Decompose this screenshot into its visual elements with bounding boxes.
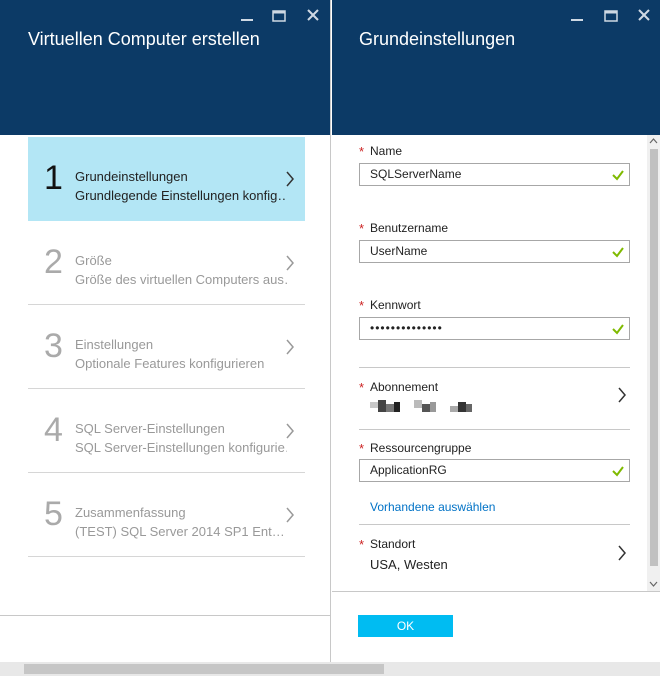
step-subtitle: Größe des virtuellen Computers aus… [75, 272, 287, 287]
maximize-icon [604, 10, 618, 22]
divider [359, 429, 630, 430]
divider [359, 367, 630, 368]
name-input-value: SQLServerName [370, 167, 462, 181]
step-subtitle: Optionale Features konfigurieren [75, 356, 265, 371]
name-label: * Name [359, 144, 403, 159]
required-asterisk: * [359, 221, 365, 236]
chevron-right-icon [286, 255, 294, 271]
minimize-button[interactable] [566, 6, 588, 26]
vertical-scrollbar[interactable] [647, 135, 660, 591]
step-title: SQL Server-Einstellungen [75, 421, 225, 436]
step-number: 2 [44, 243, 63, 281]
step-title: Einstellungen [75, 337, 154, 352]
step-size[interactable]: 2 Größe Größe des virtuellen Computers a… [28, 221, 305, 305]
chevron-right-icon[interactable] [617, 544, 627, 562]
step-title: Grundeinstellungen [75, 169, 188, 184]
step-title: Zusammenfassung [75, 505, 186, 520]
username-input-value: UserName [370, 244, 428, 258]
password-label-text: Kennwort [370, 298, 421, 312]
checkmark-icon [612, 324, 624, 335]
location-label-text: Standort [370, 537, 416, 551]
create-vm-blade: Virtuellen Computer erstellen 1 Grundein… [0, 0, 331, 662]
ok-button[interactable]: OK [358, 615, 453, 637]
step-number: 3 [44, 327, 63, 365]
password-input-value: •••••••••••••• [370, 321, 443, 335]
blade-header: Grundeinstellungen [332, 0, 660, 135]
scroll-thumb[interactable] [650, 149, 658, 566]
close-icon [638, 9, 650, 21]
blade-header: Virtuellen Computer erstellen [0, 0, 330, 135]
scroll-thumb[interactable] [24, 664, 384, 674]
divider [332, 591, 660, 592]
required-asterisk: * [359, 298, 365, 313]
location-label: * Standort [359, 537, 416, 552]
username-label: * Benutzername [359, 221, 449, 236]
subscription-label-text: Abonnement [370, 380, 439, 394]
name-label-text: Name [370, 144, 403, 158]
close-button[interactable] [633, 6, 655, 26]
step-subtitle: Grundlegende Einstellungen konfig… [75, 188, 287, 203]
username-label-text: Benutzername [370, 221, 449, 235]
password-label: * Kennwort [359, 298, 421, 313]
resource-group-input-value: ApplicationRG [370, 463, 447, 477]
redacted-subscription-value [370, 400, 472, 412]
maximize-button[interactable] [268, 6, 290, 26]
close-icon [307, 9, 319, 21]
checkmark-icon [612, 466, 624, 477]
resource-group-label-text: Ressourcengruppe [370, 441, 472, 455]
divider [359, 524, 630, 525]
subscription-label: * Abonnement [359, 380, 439, 395]
location-value[interactable]: USA, Westen [370, 557, 448, 572]
chevron-right-icon[interactable] [617, 386, 627, 404]
password-input[interactable]: •••••••••••••• [359, 317, 630, 340]
step-title: Größe [75, 253, 112, 268]
chevron-right-icon [286, 423, 294, 439]
maximize-button[interactable] [600, 6, 622, 26]
scroll-up-icon[interactable] [649, 137, 658, 146]
minimize-button[interactable] [236, 6, 258, 26]
blade-title: Grundeinstellungen [359, 29, 516, 49]
select-existing-link[interactable]: Vorhandene auswählen [370, 500, 495, 514]
resource-group-input[interactable]: ApplicationRG [359, 459, 630, 482]
step-number: 4 [44, 411, 63, 449]
required-asterisk: * [359, 441, 365, 456]
step-number: 5 [44, 495, 63, 533]
step-summary[interactable]: 5 Zusammenfassung (TEST) SQL Server 2014… [28, 473, 305, 557]
checkmark-icon [612, 170, 624, 181]
required-asterisk: * [359, 380, 365, 395]
minimize-icon [571, 19, 583, 21]
resource-group-label: * Ressourcengruppe [359, 441, 472, 456]
checkmark-icon [612, 247, 624, 258]
chevron-right-icon [286, 171, 294, 187]
blade-title: Virtuellen Computer erstellen [28, 29, 260, 49]
basics-blade: Grundeinstellungen * Name SQLServerName … [332, 0, 660, 662]
maximize-icon [272, 10, 286, 22]
minimize-icon [241, 19, 253, 21]
step-number: 1 [44, 159, 63, 197]
step-settings[interactable]: 3 Einstellungen Optionale Features konfi… [28, 305, 305, 389]
chevron-right-icon [286, 339, 294, 355]
name-input[interactable]: SQLServerName [359, 163, 630, 186]
close-button[interactable] [302, 6, 324, 26]
step-subtitle: (TEST) SQL Server 2014 SP1 Ent… [75, 524, 285, 539]
horizontal-scrollbar[interactable] [0, 662, 660, 676]
required-asterisk: * [359, 537, 365, 552]
required-asterisk: * [359, 144, 365, 159]
step-sql-settings[interactable]: 4 SQL Server-Einstellungen SQL Server-Ei… [28, 389, 305, 473]
chevron-right-icon [286, 507, 294, 523]
step-basics[interactable]: 1 Grundeinstellungen Grundlegende Einste… [28, 137, 305, 221]
divider [0, 615, 330, 616]
username-input[interactable]: UserName [359, 240, 630, 263]
step-subtitle: SQL Server-Einstellungen konfigurie… [75, 440, 287, 455]
scroll-down-icon[interactable] [649, 579, 658, 588]
